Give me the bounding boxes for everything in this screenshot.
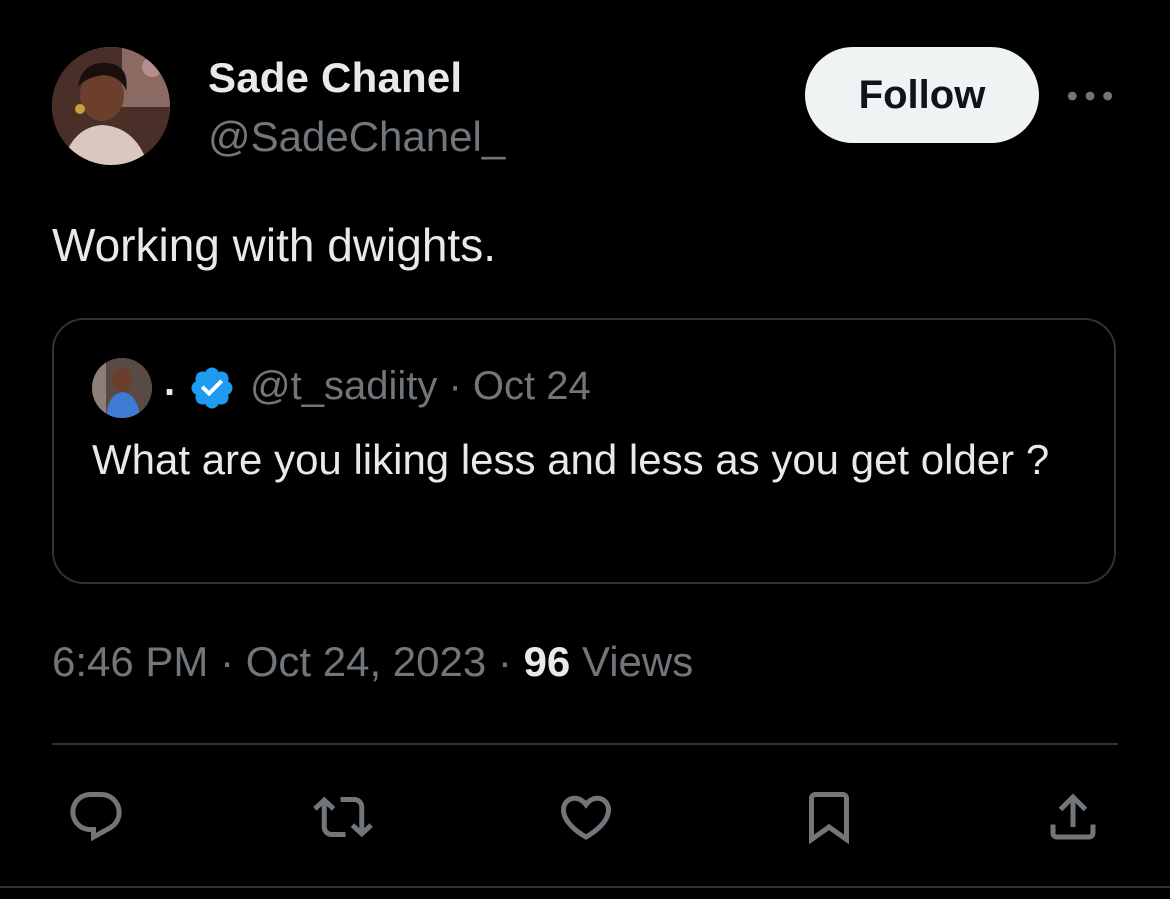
like-button[interactable] — [554, 785, 618, 849]
bottom-divider — [0, 886, 1170, 888]
more-horizontal-icon — [1067, 91, 1113, 101]
author-display-name[interactable]: Sade Chanel — [208, 54, 462, 102]
more-options-button[interactable] — [1064, 80, 1116, 112]
meta-separator: · — [208, 638, 246, 685]
reply-icon — [70, 792, 122, 842]
retweet-button[interactable] — [311, 785, 375, 849]
reply-button[interactable] — [64, 785, 128, 849]
quoted-author-name[interactable]: . — [164, 360, 175, 405]
tweet-metadata: 6:46 PM · Oct 24, 2023 · 96 Views — [52, 638, 693, 686]
follow-button[interactable]: Follow — [805, 47, 1039, 143]
views-label: Views — [570, 638, 694, 685]
meta-separator: · — [486, 638, 524, 685]
quoted-tweet[interactable]: . @t_sadiity · Oct 24 What are you likin… — [52, 318, 1116, 584]
author-avatar[interactable] — [52, 47, 170, 165]
tweet-detail: Sade Chanel @SadeChanel_ Follow Working … — [0, 0, 1170, 899]
retweet-icon — [313, 796, 373, 838]
tweet-text: Working with dwights. — [52, 219, 496, 271]
action-bar-divider — [52, 743, 1118, 745]
verified-badge-icon — [191, 367, 233, 409]
quoted-author-avatar[interactable] — [92, 358, 152, 418]
author-handle[interactable]: @SadeChanel_ — [208, 113, 505, 161]
quoted-author-avatar-image — [92, 358, 152, 418]
share-button[interactable] — [1041, 785, 1105, 849]
bookmark-icon — [809, 792, 849, 845]
quoted-handle-date[interactable]: @t_sadiity · Oct 24 — [250, 364, 591, 409]
tweet-time[interactable]: 6:46 PM — [52, 638, 208, 685]
author-avatar-image — [52, 47, 170, 165]
quoted-tweet-text: What are you liking less and less as you… — [92, 436, 1050, 483]
like-icon — [560, 795, 612, 840]
bookmark-button[interactable] — [797, 785, 861, 849]
tweet-date[interactable]: Oct 24, 2023 — [246, 638, 487, 685]
share-icon — [1050, 793, 1096, 840]
views-count: 96 — [523, 638, 571, 685]
